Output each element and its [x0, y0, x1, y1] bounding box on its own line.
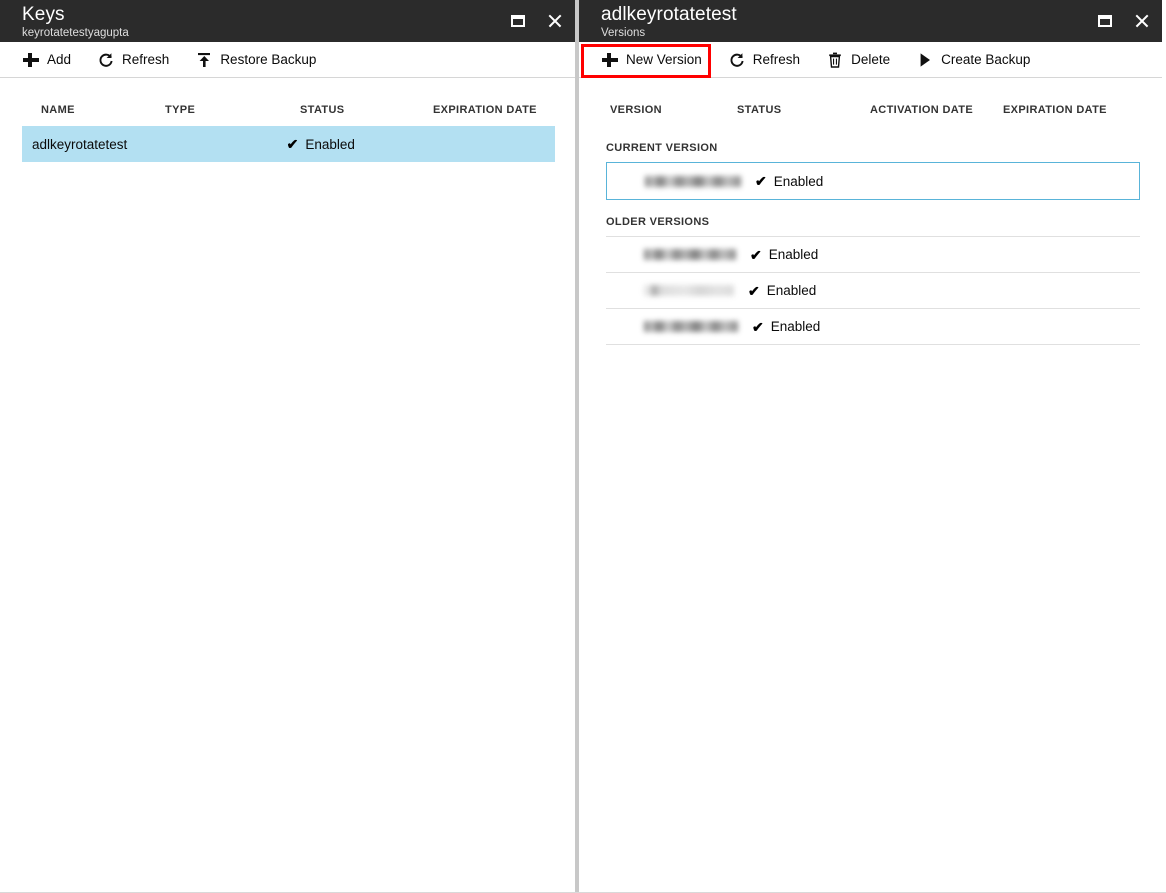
- older-version-status-label: Enabled: [767, 283, 817, 298]
- close-icon: [1134, 14, 1148, 28]
- versions-blade: adlkeyrotatetest Versions New Version: [579, 0, 1162, 893]
- upload-arrow-icon: [195, 51, 213, 69]
- add-button[interactable]: Add: [20, 43, 85, 77]
- checkmark-icon: ✔: [755, 174, 767, 188]
- key-name: adlkeyrotatetest: [22, 137, 154, 152]
- older-versions-list: ✔ Enabled ✔ Enabled: [606, 236, 1140, 345]
- column-header-name: NAME: [31, 104, 165, 116]
- keys-blade: Keys keyrotatetestyagupta Add: [0, 0, 579, 893]
- older-version-status: ✔ Enabled: [752, 319, 820, 334]
- versions-page-subtitle: Versions: [601, 26, 1162, 40]
- create-backup-button[interactable]: Create Backup: [914, 43, 1044, 77]
- checkmark-icon: ✔: [752, 320, 764, 334]
- table-row[interactable]: ✔ Enabled: [606, 309, 1140, 345]
- column-header-status: STATUS: [300, 104, 433, 116]
- close-blade-button-right[interactable]: [1130, 10, 1152, 32]
- trash-icon: [826, 51, 844, 69]
- current-version-section-label: CURRENT VERSION: [579, 142, 1162, 154]
- new-version-button[interactable]: New Version: [599, 43, 716, 77]
- older-version-status: ✔ Enabled: [750, 247, 818, 262]
- refresh-icon: [97, 51, 115, 69]
- restore-window-icon: [511, 15, 525, 27]
- column-header-version-status: STATUS: [737, 104, 870, 116]
- create-backup-button-label: Create Backup: [941, 52, 1030, 67]
- refresh-button-label: Refresh: [122, 52, 169, 67]
- current-version-row[interactable]: ✔ Enabled: [606, 162, 1140, 200]
- older-versions-section-label: OLDER VERSIONS: [579, 216, 1162, 228]
- older-version-status: ✔ Enabled: [748, 283, 816, 298]
- versions-toolbar: New Version Refresh: [579, 42, 1162, 78]
- window-controls-left: [507, 0, 565, 42]
- restore-window-icon: [1098, 15, 1112, 27]
- versions-column-headers: VERSION STATUS ACTIVATION DATE EXPIRATIO…: [579, 94, 1162, 126]
- add-button-label: Add: [47, 52, 71, 67]
- table-row[interactable]: adlkeyrotatetest ✔ Enabled: [22, 126, 555, 162]
- restore-window-button-right[interactable]: [1094, 10, 1116, 32]
- keys-table: adlkeyrotatetest ✔ Enabled: [0, 126, 575, 162]
- refresh-button[interactable]: Refresh: [95, 43, 183, 77]
- keys-blade-header: Keys keyrotatetestyagupta: [0, 0, 575, 42]
- versions-page-title: adlkeyrotatetest: [601, 4, 1162, 26]
- plus-icon: [601, 51, 619, 69]
- versions-refresh-button[interactable]: Refresh: [726, 43, 814, 77]
- current-version-status-label: Enabled: [774, 174, 824, 189]
- column-header-activation-date: ACTIVATION DATE: [870, 104, 1003, 116]
- checkmark-icon: ✔: [287, 137, 299, 151]
- azure-portal-blades: Keys keyrotatetestyagupta Add: [0, 0, 1166, 893]
- checkmark-icon: ✔: [748, 284, 760, 298]
- version-id-redacted: [644, 249, 736, 260]
- checkmark-icon: ✔: [750, 248, 762, 262]
- close-icon: [547, 14, 561, 28]
- current-version-wrap: ✔ Enabled: [579, 162, 1162, 200]
- keys-content: adlkeyrotatetest ✔ Enabled: [0, 126, 575, 893]
- older-versions-wrap: ✔ Enabled ✔ Enabled: [579, 236, 1162, 345]
- column-header-type: TYPE: [165, 104, 300, 116]
- older-version-status-label: Enabled: [769, 247, 819, 262]
- restore-backup-button[interactable]: Restore Backup: [193, 43, 330, 77]
- delete-button-label: Delete: [851, 52, 890, 67]
- page-title: Keys: [22, 4, 575, 26]
- key-status-label: Enabled: [305, 137, 355, 152]
- version-id-redacted: [644, 285, 734, 296]
- column-header-expiration: EXPIRATION DATE: [433, 104, 573, 116]
- page-subtitle: keyrotatetestyagupta: [22, 26, 575, 40]
- close-blade-button[interactable]: [543, 10, 565, 32]
- current-version-status: ✔ Enabled: [755, 174, 823, 189]
- new-version-button-label: New Version: [626, 52, 702, 67]
- restore-backup-button-label: Restore Backup: [220, 52, 316, 67]
- column-header-version-expiration: EXPIRATION DATE: [1003, 104, 1123, 116]
- older-version-status-label: Enabled: [771, 319, 821, 334]
- version-id-redacted: [644, 321, 738, 332]
- versions-blade-header: adlkeyrotatetest Versions: [579, 0, 1162, 42]
- key-status: ✔ Enabled: [287, 137, 418, 152]
- play-triangle-icon: [916, 51, 934, 69]
- refresh-icon: [728, 51, 746, 69]
- column-header-version: VERSION: [610, 104, 737, 116]
- plus-icon: [22, 51, 40, 69]
- keys-toolbar: Add Refresh: [0, 42, 575, 78]
- delete-button[interactable]: Delete: [824, 43, 904, 77]
- keys-column-headers: NAME TYPE STATUS EXPIRATION DATE: [0, 94, 575, 126]
- restore-window-button[interactable]: [507, 10, 529, 32]
- versions-refresh-button-label: Refresh: [753, 52, 800, 67]
- versions-content: CURRENT VERSION ✔ Enabled OLDER VERSIONS: [579, 126, 1162, 893]
- table-row[interactable]: ✔ Enabled: [606, 237, 1140, 273]
- version-id-redacted: [645, 176, 741, 187]
- table-row[interactable]: ✔ Enabled: [606, 273, 1140, 309]
- window-controls-right: [1094, 0, 1152, 42]
